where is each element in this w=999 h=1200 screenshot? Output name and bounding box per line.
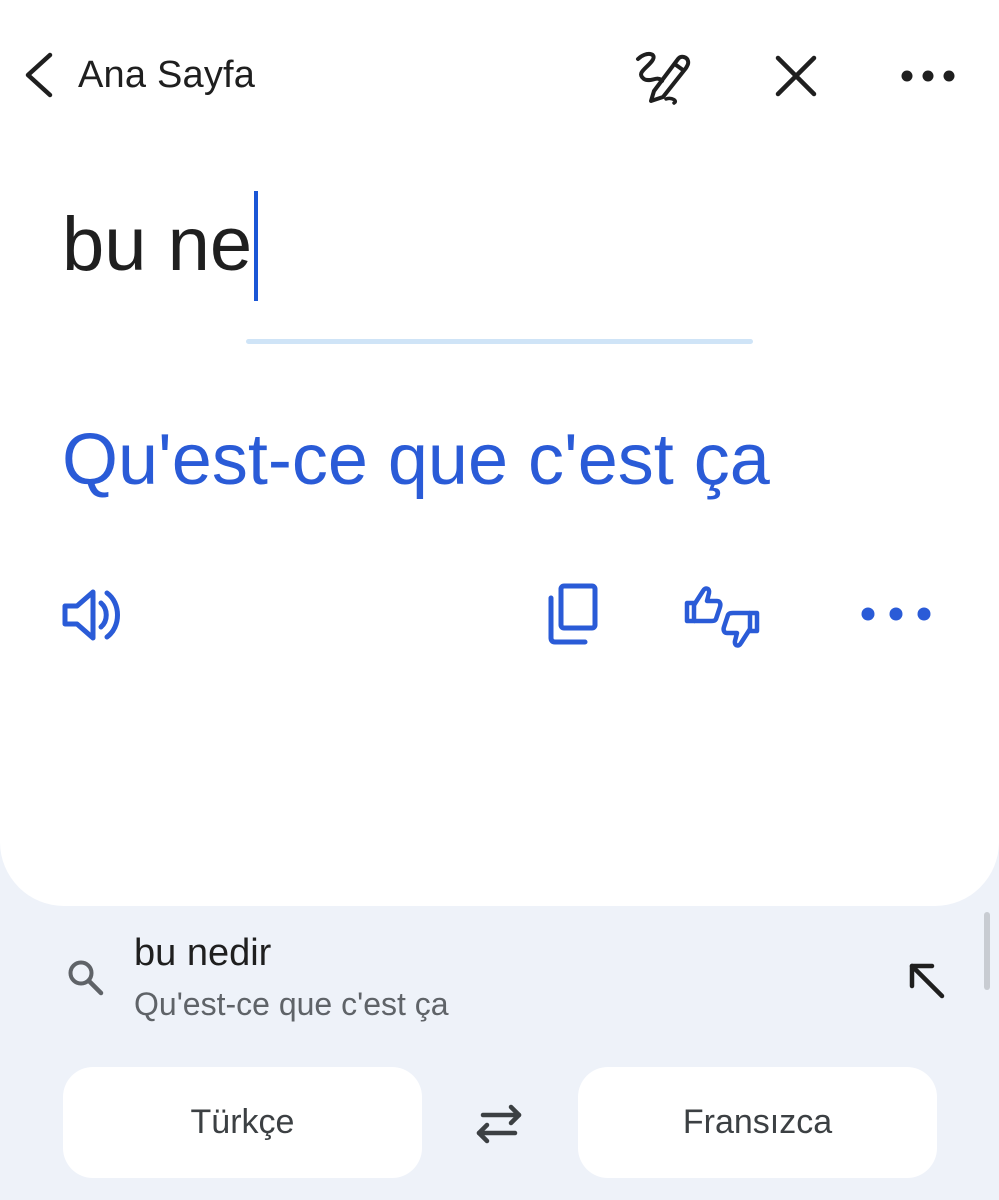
suggestion-subtitle: Qu'est-ce que c'est ça — [134, 986, 449, 1022]
translation-output: Qu'est-ce que c'est ça — [62, 420, 770, 500]
search-icon-wrapper — [64, 956, 108, 1000]
copy-icon — [543, 582, 601, 646]
target-language-label: Fransızca — [682, 1103, 833, 1141]
back-label: Ana Sayfa — [78, 53, 256, 96]
source-text: bu ne — [62, 202, 253, 287]
suggestion-title: bu nedir — [134, 932, 272, 974]
source-text-input[interactable]: bu ne — [62, 185, 942, 305]
listen-button[interactable] — [58, 584, 126, 646]
translation-card: Ana Sayfa bu ne Qu'est-ce que c'est ça — [0, 0, 999, 906]
copy-button[interactable] — [540, 580, 604, 648]
search-icon — [66, 958, 106, 998]
swap-arrows-icon — [471, 1101, 527, 1145]
handwriting-button[interactable] — [628, 44, 698, 108]
speaker-icon — [61, 587, 123, 643]
source-language-button[interactable]: Türkçe — [63, 1067, 422, 1178]
more-horizontal-icon — [860, 606, 932, 622]
more-options-button[interactable] — [856, 596, 936, 632]
suggestion-item[interactable]: bu nedir Qu'est-ce que c'est ça — [0, 920, 999, 1040]
thumbs-up-down-icon — [683, 579, 761, 653]
more-horizontal-icon — [900, 69, 956, 83]
back-button[interactable]: Ana Sayfa — [14, 42, 255, 108]
chevron-left-icon — [14, 47, 62, 103]
rate-translation-button[interactable] — [682, 578, 762, 654]
target-language-button[interactable]: Fransızca — [578, 1067, 937, 1178]
top-app-bar: Ana Sayfa — [0, 0, 999, 150]
divider — [246, 339, 753, 344]
close-icon — [774, 54, 818, 98]
fill-suggestion-button[interactable] — [896, 950, 956, 1010]
close-button[interactable] — [766, 44, 826, 108]
overflow-menu-button[interactable] — [892, 44, 964, 108]
source-language-label: Türkçe — [190, 1103, 295, 1141]
arrow-up-left-icon — [902, 956, 950, 1004]
swap-languages-button[interactable] — [466, 1096, 532, 1150]
text-cursor — [254, 191, 259, 301]
handwriting-pen-icon — [632, 47, 694, 105]
